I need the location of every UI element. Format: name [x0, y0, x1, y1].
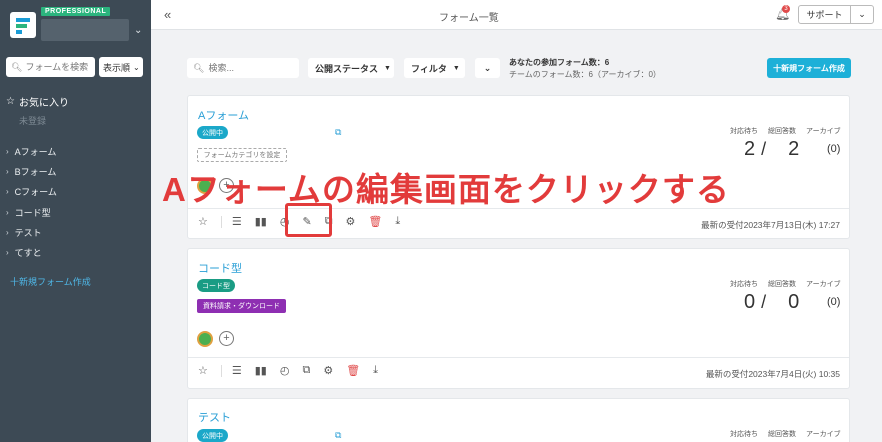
form-title[interactable]: テスト — [198, 409, 231, 425]
sidebar-search[interactable]: 🔍︎ — [6, 57, 98, 77]
sort-select[interactable]: 表示順 ⌄ — [99, 57, 143, 77]
sidebar-item-b-form[interactable]: › Bフォーム — [6, 161, 57, 181]
star-icon[interactable]: ☆ — [198, 215, 208, 228]
org-switcher[interactable]: PROFESSIONAL ⌄ — [8, 6, 145, 44]
download-icon[interactable]: ⤓ — [395, 215, 400, 228]
form-card: テスト 公開中 ⧉ 対応待ち 総回答数 アーカイブ — [187, 398, 850, 442]
bar-chart-icon[interactable]: ▮▮ — [255, 364, 267, 377]
chevron-down-icon[interactable]: ⌄ — [851, 6, 873, 23]
list-icon[interactable]: ☰ — [232, 364, 242, 377]
favorites-label: お気に入り — [18, 98, 69, 109]
stats-labels: 対応待ち 総回答数 アーカイブ — [730, 431, 841, 438]
chevron-right-icon: › — [6, 248, 9, 258]
tutorial-annotation: Aフォームの編集画面をクリックする — [162, 171, 730, 208]
team-count: チームのフォーム数：6（アーカイブ：0） — [509, 70, 661, 79]
copy-icon[interactable]: ⧉ — [302, 364, 310, 377]
card-divider — [188, 357, 849, 358]
support-dropdown[interactable]: サポート ⌄ — [798, 5, 874, 24]
top-header: « フォーム一覧 🔔︎ 3 サポート ⌄ — [151, 0, 882, 30]
form-search[interactable]: 🔍︎ — [187, 58, 299, 78]
last-received: 最新の受付2023年7月13日(木) 17:27 — [701, 220, 840, 230]
form-title[interactable]: コード型 — [198, 260, 242, 276]
archive-count: (0) — [827, 296, 841, 308]
set-category-button[interactable]: フォームカテゴリを設定 — [197, 148, 287, 162]
total-count: 0 — [788, 291, 800, 313]
sidebar-item-code-form[interactable]: › コード型 — [6, 202, 57, 222]
chevron-down-icon: ⌄ — [133, 62, 140, 72]
chevron-down-icon[interactable]: ⌄ — [134, 25, 142, 36]
notification-badge: 3 — [782, 5, 790, 13]
status-badge: コード型 — [197, 279, 235, 292]
total-count: 2 — [788, 138, 800, 160]
card-actions: ☆ ☰ ▮▮ ◴ ⧉ ⚙ 🗑︎ ⤓ — [198, 364, 391, 377]
bar-chart-icon[interactable]: ▮▮ — [255, 215, 267, 228]
filter-dropdown[interactable]: フィルタ ▼ — [404, 58, 465, 78]
favorites-header[interactable]: ☆ お気に入り — [6, 94, 69, 109]
chevron-right-icon: › — [6, 227, 9, 237]
sidebar-item-a-form[interactable]: › Aフォーム — [6, 141, 57, 161]
sidebar-search-input[interactable] — [25, 62, 98, 72]
participating-count: あなたの参加フォーム数：6 — [509, 58, 610, 67]
edit-highlight-box — [285, 203, 332, 237]
gear-icon[interactable]: ⚙ — [346, 215, 356, 228]
chevron-right-icon: › — [6, 207, 9, 217]
form-search-input[interactable] — [208, 63, 299, 73]
status-badge: 公開中 — [197, 429, 228, 442]
star-icon: ☆ — [6, 96, 15, 107]
sidebar-item-c-form[interactable]: › Cフォーム — [6, 182, 57, 202]
stats-labels: 対応待ち 総回答数 アーカイブ — [730, 281, 841, 288]
star-icon[interactable]: ☆ — [198, 364, 208, 377]
page-title: フォーム一覧 — [439, 13, 499, 24]
sidebar: PROFESSIONAL ⌄ 🔍︎ 表示順 ⌄ ☆ お気に入り 未登録 ›Aフォ… — [0, 0, 151, 442]
plan-badge: PROFESSIONAL — [41, 7, 111, 16]
search-icon: 🔍︎ — [11, 61, 23, 72]
download-icon[interactable]: ⤓ — [373, 364, 378, 377]
stats-values: 0 / 0 — [744, 291, 800, 313]
sort-label: 表示順 — [103, 62, 131, 73]
sidebar-item-test[interactable]: › テスト — [6, 222, 57, 242]
favorites-empty-label: 未登録 — [19, 116, 47, 126]
archive-count: (0) — [827, 143, 841, 155]
app-logo — [10, 12, 36, 38]
avatar — [197, 331, 213, 347]
status-filter-dropdown[interactable]: 公開ステータス ▼ — [308, 58, 394, 78]
sidebar-item-tesuto[interactable]: › てすと — [6, 242, 57, 262]
copy-url-icon[interactable]: ⧉ — [335, 127, 341, 138]
status-badge: 公開中 — [197, 126, 228, 139]
chevron-right-icon: › — [6, 187, 9, 197]
support-label[interactable]: サポート — [799, 6, 851, 23]
pending-count: 0 — [744, 291, 756, 313]
form-counts: あなたの参加フォーム数：6 チームのフォーム数：6（アーカイブ：0） — [509, 57, 661, 81]
add-member-icon[interactable]: + — [219, 331, 234, 346]
trash-icon[interactable]: 🗑︎ — [368, 215, 382, 228]
triangle-down-icon: ▼ — [384, 64, 391, 72]
pending-count: 2 — [744, 138, 756, 160]
form-title[interactable]: Aフォーム — [198, 107, 249, 123]
chevron-right-icon: › — [6, 146, 9, 156]
sidebar-new-form-link[interactable]: 十新規フォーム作成 — [10, 275, 91, 288]
clock-icon[interactable]: ◴ — [280, 364, 290, 377]
collapse-sidebar-icon[interactable]: « — [164, 7, 171, 22]
organization-name — [41, 19, 129, 41]
gear-icon[interactable]: ⚙ — [323, 364, 333, 377]
form-list: › Aフォーム › Bフォーム › Cフォーム › コード型 › テスト › てすと — [6, 141, 57, 263]
stats-labels: 対応待ち 総回答数 アーカイブ — [730, 128, 841, 135]
search-icon: 🔍︎ — [193, 62, 205, 73]
chevron-right-icon: › — [6, 166, 9, 176]
triangle-down-icon: ▼ — [452, 64, 460, 72]
form-card: コード型 コード型 資料請求・ダウンロード + 対応待ち 総回答数 アーカイブ … — [187, 248, 850, 389]
list-icon[interactable]: ☰ — [232, 215, 242, 228]
copy-url-icon[interactable]: ⧉ — [335, 430, 341, 441]
more-options-button[interactable]: ⌄ — [475, 58, 500, 78]
stats-values: 2 / 2 — [744, 138, 800, 160]
trash-icon[interactable]: 🗑︎ — [346, 364, 360, 377]
last-received: 最新の受付2023年7月4日(火) 10:35 — [705, 369, 840, 379]
new-form-button[interactable]: 十新規フォーム作成 — [767, 58, 851, 78]
category-tag: 資料請求・ダウンロード — [197, 299, 286, 313]
chevron-down-icon: ⌄ — [483, 62, 492, 73]
